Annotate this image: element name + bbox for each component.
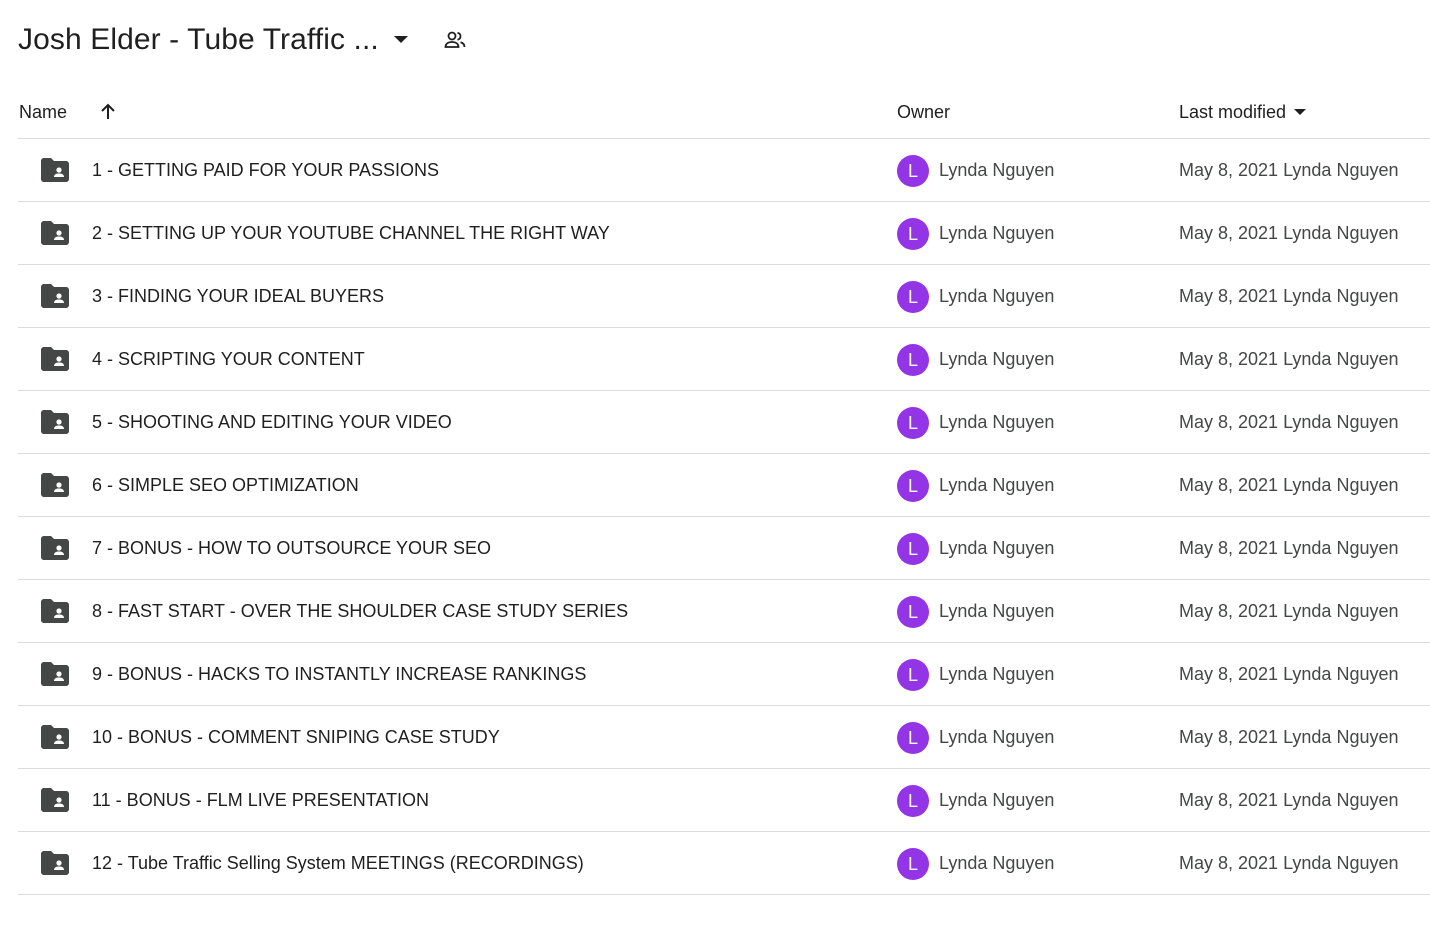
column-header-last-modified-label: Last modified <box>1179 102 1287 122</box>
last-modified: May 8, 2021 Lynda Nguyen <box>1179 727 1399 747</box>
last-modified: May 8, 2021 Lynda Nguyen <box>1179 664 1399 684</box>
shared-folder-icon <box>41 158 69 182</box>
table-row[interactable]: 3 - FINDING YOUR IDEAL BUYERS L Lynda Nguy… <box>18 265 1430 328</box>
owner-avatar: L <box>897 344 929 376</box>
owner-name: Lynda Nguyen <box>939 664 1055 684</box>
table-row[interactable]: 10 - BONUS - COMMENT SNIPING CASE STUDY L… <box>18 706 1430 769</box>
table-row[interactable]: 5 - SHOOTING AND EDITING YOUR VIDEO L Lynd… <box>18 391 1430 454</box>
last-modified: May 8, 2021 Lynda Nguyen <box>1179 790 1399 810</box>
table-row[interactable]: 7 - BONUS - HOW TO OUTSOURCE YOUR SEO L Ly… <box>18 517 1430 580</box>
shared-folder-icon <box>41 536 69 560</box>
folder-name[interactable]: 7 - BONUS - HOW TO OUTSOURCE YOUR SEO <box>92 538 491 559</box>
shared-folder-icon <box>41 662 69 686</box>
last-modified: May 8, 2021 Lynda Nguyen <box>1179 286 1399 306</box>
folder-name[interactable]: 6 - SIMPLE SEO OPTIMIZATION <box>92 475 359 496</box>
folder-header: Josh Elder - Tube Traffic ... <box>18 16 473 64</box>
shared-folder-icon <box>41 221 69 245</box>
shared-folder-icon <box>41 725 69 749</box>
owner-name: Lynda Nguyen <box>939 853 1055 873</box>
folder-name[interactable]: 2 - SETTING UP YOUR YOUTUBE CHANNEL THE … <box>92 223 610 244</box>
folder-name[interactable]: 1 - GETTING PAID FOR YOUR PASSIONS <box>92 160 439 181</box>
folder-title[interactable]: Josh Elder - Tube Traffic ... <box>18 23 379 57</box>
column-header-owner[interactable]: Owner <box>897 102 950 123</box>
table-row[interactable]: 11 - BONUS - FLM LIVE PRESENTATION L Lynda… <box>18 769 1430 832</box>
owner-name: Lynda Nguyen <box>939 223 1055 243</box>
owner-name: Lynda Nguyen <box>939 412 1055 432</box>
last-modified: May 8, 2021 Lynda Nguyen <box>1179 412 1399 432</box>
owner-name: Lynda Nguyen <box>939 475 1055 495</box>
folder-name[interactable]: 5 - SHOOTING AND EDITING YOUR VIDEO <box>92 412 452 433</box>
owner-avatar: L <box>897 848 929 880</box>
shared-folder-icon <box>41 347 69 371</box>
last-modified: May 8, 2021 Lynda Nguyen <box>1179 853 1399 873</box>
shared-folder-icon <box>41 284 69 308</box>
owner-avatar: L <box>897 155 929 187</box>
last-modified: May 8, 2021 Lynda Nguyen <box>1179 475 1399 495</box>
folder-name[interactable]: 11 - BONUS - FLM LIVE PRESENTATION <box>92 790 429 811</box>
folder-name[interactable]: 8 - FAST START - OVER THE SHOULDER CASE … <box>92 601 628 622</box>
owner-avatar: L <box>897 659 929 691</box>
folder-name[interactable]: 10 - BONUS - COMMENT SNIPING CASE STUDY <box>92 727 500 748</box>
last-modified: May 8, 2021 Lynda Nguyen <box>1179 538 1399 558</box>
table-row[interactable]: 1 - GETTING PAID FOR YOUR PASSIONS L Lynda… <box>18 139 1430 202</box>
owner-name: Lynda Nguyen <box>939 727 1055 747</box>
shared-folder-icon <box>41 599 69 623</box>
owner-name: Lynda Nguyen <box>939 538 1055 558</box>
folder-name[interactable]: 4 - SCRIPTING YOUR CONTENT <box>92 349 365 370</box>
arrow-upward-icon[interactable] <box>96 98 120 126</box>
owner-avatar: L <box>897 281 929 313</box>
owner-name: Lynda Nguyen <box>939 286 1055 306</box>
table-row[interactable]: 8 - FAST START - OVER THE SHOULDER CASE … <box>18 580 1430 643</box>
table-row[interactable]: 9 - BONUS - HACKS TO INSTANTLY INCREASE … <box>18 643 1430 706</box>
table-row[interactable]: 12 - Tube Traffic Selling System MEETING… <box>18 832 1430 895</box>
owner-name: Lynda Nguyen <box>939 601 1055 621</box>
owner-name: Lynda Nguyen <box>939 160 1055 180</box>
last-modified: May 8, 2021 Lynda Nguyen <box>1179 601 1399 621</box>
owner-avatar: L <box>897 596 929 628</box>
owner-avatar: L <box>897 785 929 817</box>
last-modified: May 8, 2021 Lynda Nguyen <box>1179 349 1399 369</box>
sort-arrow-down-icon <box>1294 109 1307 115</box>
table-row[interactable]: 6 - SIMPLE SEO OPTIMIZATION L Lynda Nguyen… <box>18 454 1430 517</box>
last-modified: May 8, 2021 Lynda Nguyen <box>1179 223 1399 243</box>
shared-folder-icon <box>41 473 69 497</box>
owner-name: Lynda Nguyen <box>939 349 1055 369</box>
folder-name[interactable]: 12 - Tube Traffic Selling System MEETING… <box>92 853 584 874</box>
table-header: Name Owner Last modified <box>18 88 1430 139</box>
owner-avatar: L <box>897 722 929 754</box>
folder-name[interactable]: 3 - FINDING YOUR IDEAL BUYERS <box>92 286 384 307</box>
table-row[interactable]: 4 - SCRIPTING YOUR CONTENT L Lynda Nguyen M… <box>18 328 1430 391</box>
owner-avatar: L <box>897 407 929 439</box>
arrow-drop-down-icon[interactable] <box>385 24 417 56</box>
shared-folder-icon <box>41 410 69 434</box>
last-modified: May 8, 2021 Lynda Nguyen <box>1179 160 1399 180</box>
shared-folder-icon <box>41 788 69 812</box>
column-header-last-modified[interactable]: Last modified <box>1179 102 1307 123</box>
folder-name[interactable]: 9 - BONUS - HACKS TO INSTANTLY INCREASE … <box>92 664 586 685</box>
column-header-name[interactable]: Name <box>19 102 67 123</box>
owner-name: Lynda Nguyen <box>939 790 1055 810</box>
shared-people-icon[interactable] <box>437 22 473 58</box>
owner-avatar: L <box>897 533 929 565</box>
file-list: 1 - GETTING PAID FOR YOUR PASSIONS L Lynda… <box>18 139 1430 895</box>
owner-avatar: L <box>897 218 929 250</box>
owner-avatar: L <box>897 470 929 502</box>
shared-folder-icon <box>41 851 69 875</box>
table-row[interactable]: 2 - SETTING UP YOUR YOUTUBE CHANNEL THE … <box>18 202 1430 265</box>
